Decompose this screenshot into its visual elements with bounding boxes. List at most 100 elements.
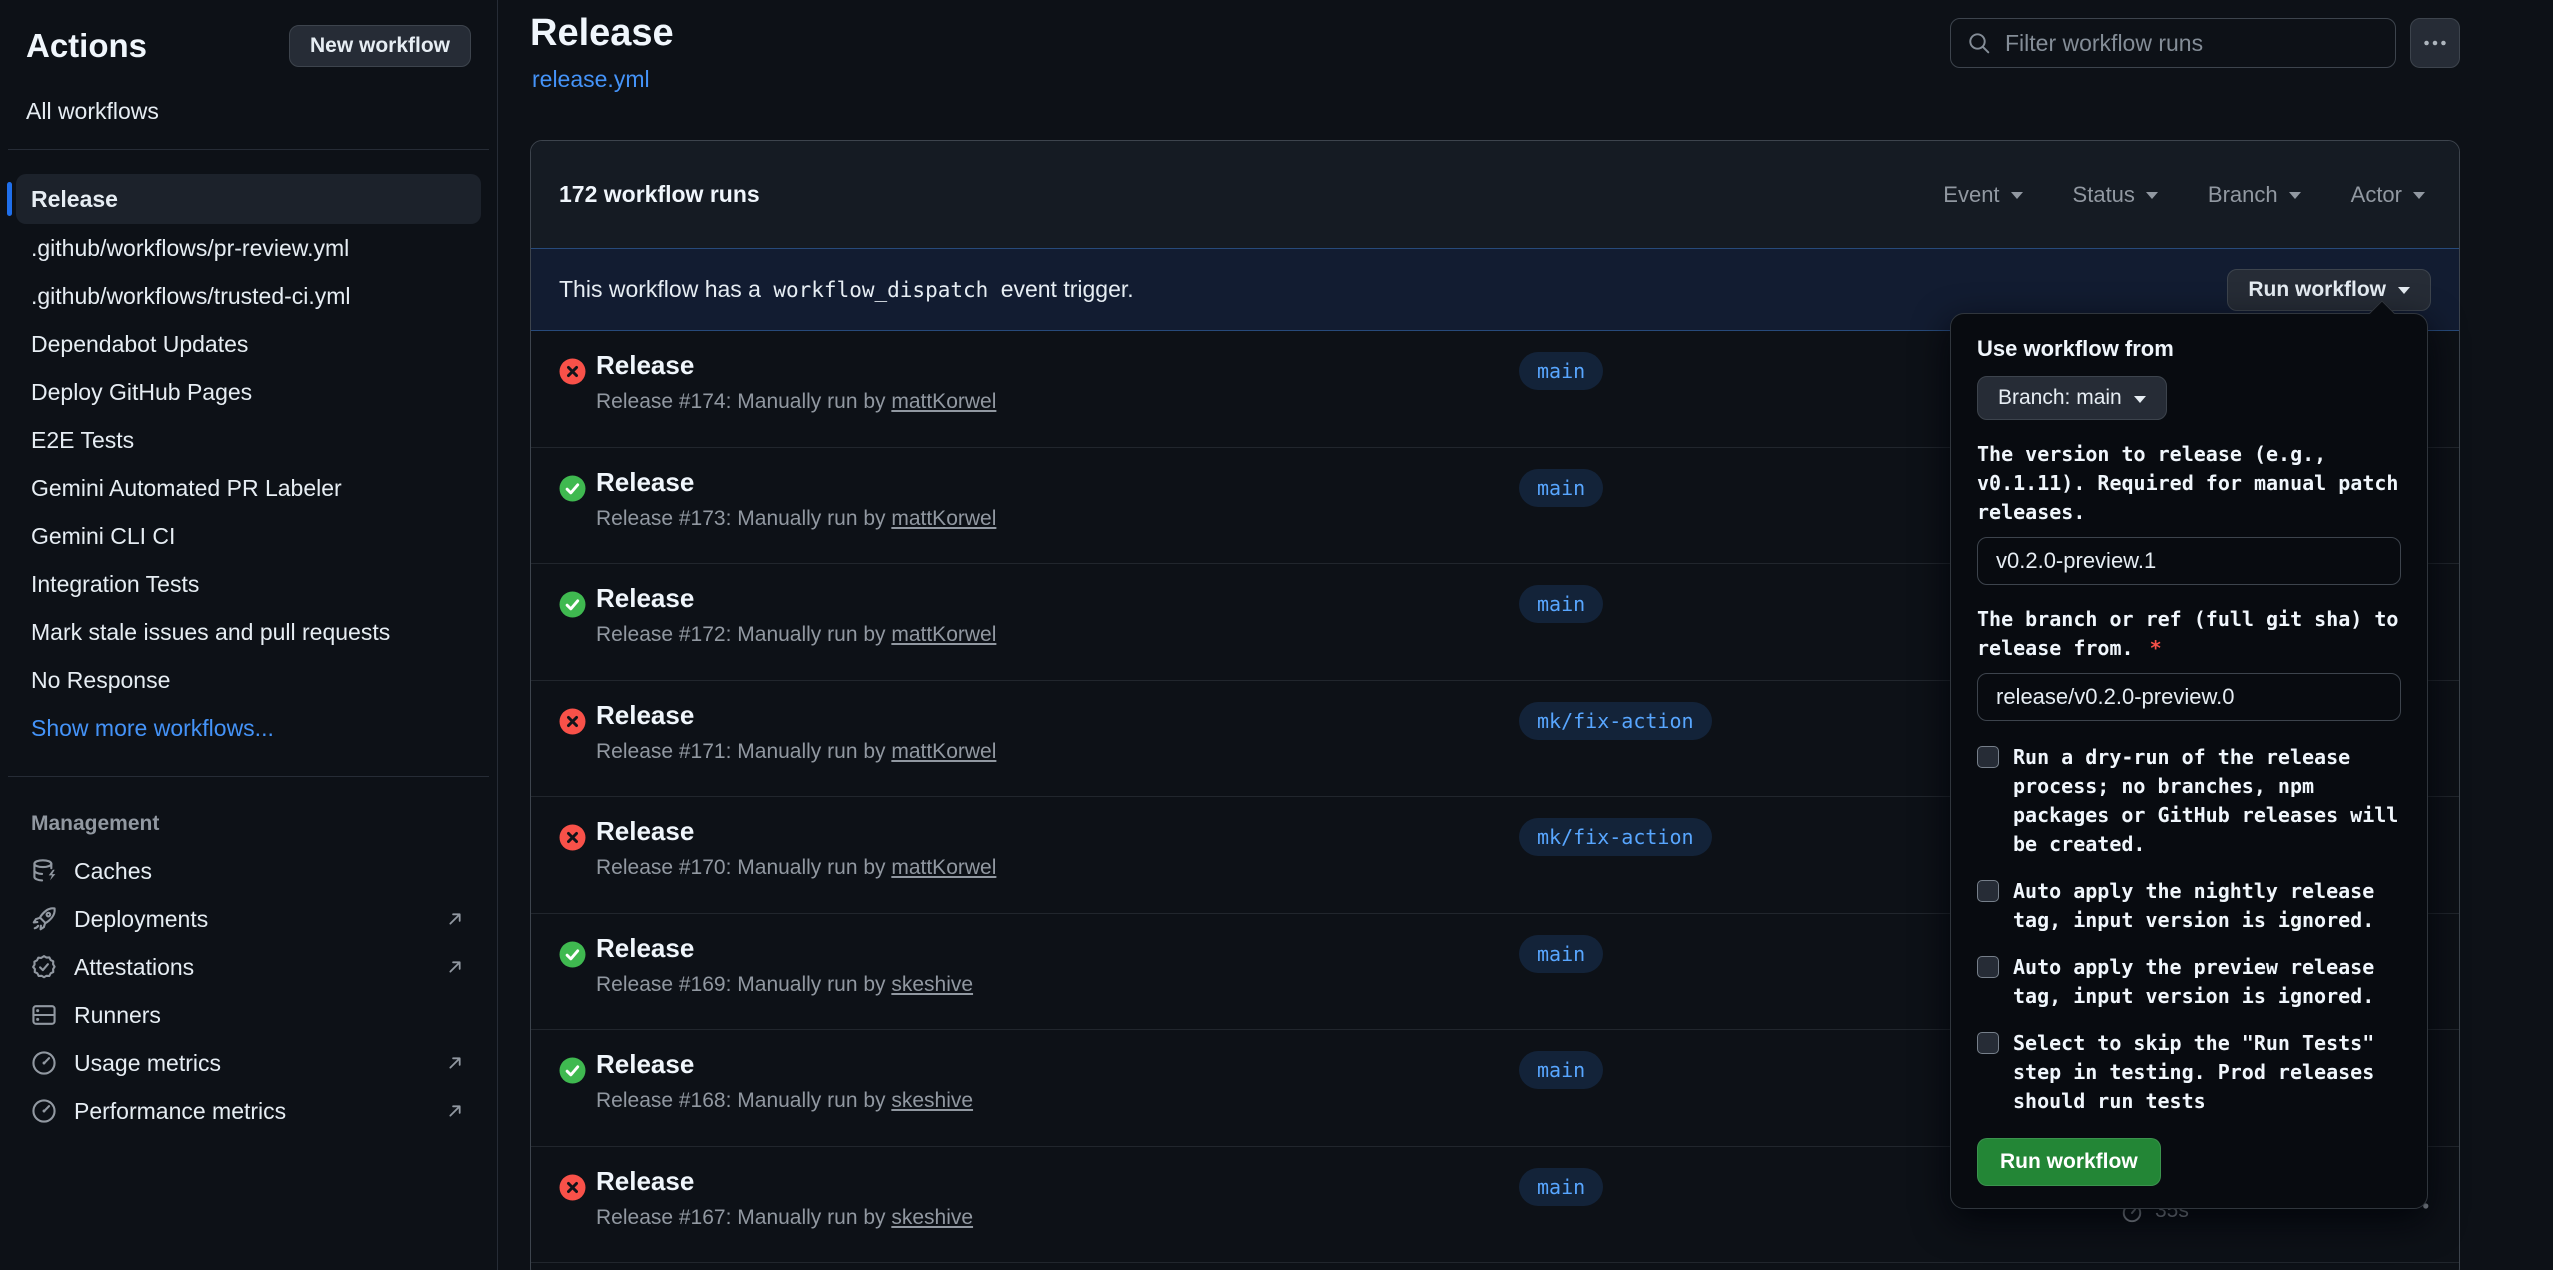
sidebar-item-label: Deploy GitHub Pages [31, 379, 252, 406]
banner-text-before: This workflow has a [559, 276, 761, 302]
chevron-down-icon [2289, 192, 2301, 199]
checkbox[interactable] [1977, 1032, 1999, 1054]
version-input[interactable] [1977, 537, 2401, 585]
branch-selector-button[interactable]: Branch: main [1977, 376, 2167, 420]
workflow-options-button[interactable] [2410, 18, 2460, 68]
branch-badge[interactable]: main [1519, 1051, 1603, 1089]
run-description: Release #169: Manually run by skeshive [596, 973, 973, 997]
branch-badge[interactable]: main [1519, 935, 1603, 973]
checkbox-label: Select to skip the "Run Tests" step in t… [2013, 1029, 2401, 1116]
run-description-text: Release #167: Manually run by [596, 1206, 891, 1229]
sidebar-item-label: Mark stale issues and pull requests [31, 619, 390, 646]
branch-badge[interactable]: mk/fix-action [1519, 702, 1712, 740]
run-title-link[interactable]: Release [596, 700, 694, 731]
filter-label: Branch [2208, 182, 2278, 208]
runs-card-header: 172 workflow runs EventStatusBranchActor [531, 141, 2459, 248]
sidebar-item-label: Release [31, 186, 118, 213]
branch-ref-input[interactable] [1977, 673, 2401, 721]
sidebar-item-deploy-github-pages[interactable]: Deploy GitHub Pages [16, 368, 481, 416]
run-title-link[interactable]: Release [596, 350, 694, 381]
new-workflow-button[interactable]: New workflow [289, 25, 471, 67]
branch-badge[interactable]: main [1519, 585, 1603, 623]
sidebar-item-dependabot-updates[interactable]: Dependabot Updates [16, 320, 481, 368]
dispatch-options-list: Run a dry-run of the release process; no… [1977, 743, 2401, 1116]
required-asterisk: * [2150, 636, 2162, 660]
sidebar-item-mark-stale-issues-and-pull-requests[interactable]: Mark stale issues and pull requests [16, 608, 481, 656]
show-more-workflows-link[interactable]: Show more workflows... [16, 704, 481, 752]
checkbox[interactable] [1977, 880, 1999, 902]
run-actor-link[interactable]: mattKorwel [891, 623, 996, 646]
filter-workflow-runs-input[interactable] [2003, 29, 2379, 58]
selected-accent-bar [7, 182, 12, 216]
actions-title: Actions [26, 27, 147, 65]
run-workflow-submit-button[interactable]: Run workflow [1977, 1138, 2161, 1186]
branch-badge[interactable]: main [1519, 469, 1603, 507]
rocket-icon [31, 906, 57, 932]
sidebar-item-label: Usage metrics [74, 1050, 221, 1077]
sidebar-item-label: Deployments [74, 906, 208, 933]
github-actions-page: Actions New workflow All workflows Relea… [0, 0, 2553, 1270]
run-title-link[interactable]: Release [596, 1049, 694, 1080]
run-description-text: Release #173: Manually run by [596, 507, 891, 530]
run-workflow-dropdown-button[interactable]: Run workflow [2227, 269, 2431, 311]
run-title-link[interactable]: Release [596, 467, 694, 498]
sidebar-item-usage-metrics[interactable]: Usage metrics [16, 1039, 481, 1087]
branch-badge[interactable]: main [1519, 352, 1603, 390]
chevron-down-icon [2146, 192, 2158, 199]
all-workflows-link[interactable]: All workflows [26, 98, 471, 125]
sidebar-item-attestations[interactable]: Attestations [16, 943, 481, 991]
sidebar-item-e2e-tests[interactable]: E2E Tests [16, 416, 481, 464]
sidebar-item-caches[interactable]: Caches [16, 847, 481, 895]
x-circle-fill-icon [559, 824, 586, 851]
checkbox[interactable] [1977, 746, 1999, 768]
sidebar-item-gemini-cli-ci[interactable]: Gemini CLI CI [16, 512, 481, 560]
checkbox-label: Auto apply the preview release tag, inpu… [2013, 953, 2401, 1011]
chevron-down-icon [2011, 192, 2023, 199]
sidebar-item-release[interactable]: Release [16, 174, 481, 224]
sidebar-item-label: E2E Tests [31, 427, 134, 454]
sidebar-divider [8, 776, 489, 777]
sidebar-item-deployments[interactable]: Deployments [16, 895, 481, 943]
arrow-up-right-icon [444, 908, 466, 930]
run-title-link[interactable]: Release [596, 583, 694, 614]
filter-actor-dropdown[interactable]: Actor [2351, 182, 2425, 208]
filter-event-dropdown[interactable]: Event [1943, 182, 2022, 208]
sidebar-item-github-workflows-pr-review-yml[interactable]: .github/workflows/pr-review.yml [16, 224, 481, 272]
sidebar-item-label: Gemini Automated PR Labeler [31, 475, 342, 502]
filter-status-dropdown[interactable]: Status [2073, 182, 2158, 208]
run-description-text: Release #174: Manually run by [596, 390, 891, 413]
checkbox[interactable] [1977, 956, 1999, 978]
filter-label: Status [2073, 182, 2135, 208]
sidebar-item-label: Gemini CLI CI [31, 523, 175, 550]
run-title-link[interactable]: Release [596, 816, 694, 847]
dispatch-option-4: Select to skip the "Run Tests" step in t… [1977, 1029, 2401, 1116]
run-actor-link[interactable]: mattKorwel [891, 507, 996, 530]
sidebar-item-label: Attestations [74, 954, 194, 981]
run-description-text: Release #170: Manually run by [596, 856, 891, 879]
workflow-file-link[interactable]: release.yml [532, 66, 650, 93]
branch-badge[interactable]: mk/fix-action [1519, 818, 1712, 856]
arrow-up-right-icon [444, 956, 466, 978]
run-title-link[interactable]: Release [596, 1166, 694, 1197]
x-circle-fill-icon [559, 708, 586, 735]
run-actor-link[interactable]: mattKorwel [891, 856, 996, 879]
sidebar-item-github-workflows-trusted-ci-yml[interactable]: .github/workflows/trusted-ci.yml [16, 272, 481, 320]
run-description: Release #174: Manually run by mattKorwel [596, 390, 996, 414]
run-description-text: Release #169: Manually run by [596, 973, 891, 996]
run-actor-link[interactable]: mattKorwel [891, 740, 996, 763]
sidebar-item-runners[interactable]: Runners [16, 991, 481, 1039]
run-actor-link[interactable]: skeshive [891, 973, 973, 996]
sidebar-item-integration-tests[interactable]: Integration Tests [16, 560, 481, 608]
filter-workflow-runs-box [1950, 18, 2396, 68]
filter-branch-dropdown[interactable]: Branch [2208, 182, 2301, 208]
sidebar-item-performance-metrics[interactable]: Performance metrics [16, 1087, 481, 1135]
branch-badge[interactable]: main [1519, 1168, 1603, 1206]
run-actor-link[interactable]: skeshive [891, 1089, 973, 1112]
sidebar-item-gemini-automated-pr-labeler[interactable]: Gemini Automated PR Labeler [16, 464, 481, 512]
run-actor-link[interactable]: skeshive [891, 1206, 973, 1229]
run-title-link[interactable]: Release [596, 933, 694, 964]
sidebar-item-no-response[interactable]: No Response [16, 656, 481, 704]
check-circle-fill-icon [559, 941, 586, 968]
chevron-down-icon [2398, 287, 2410, 294]
run-actor-link[interactable]: mattKorwel [891, 390, 996, 413]
